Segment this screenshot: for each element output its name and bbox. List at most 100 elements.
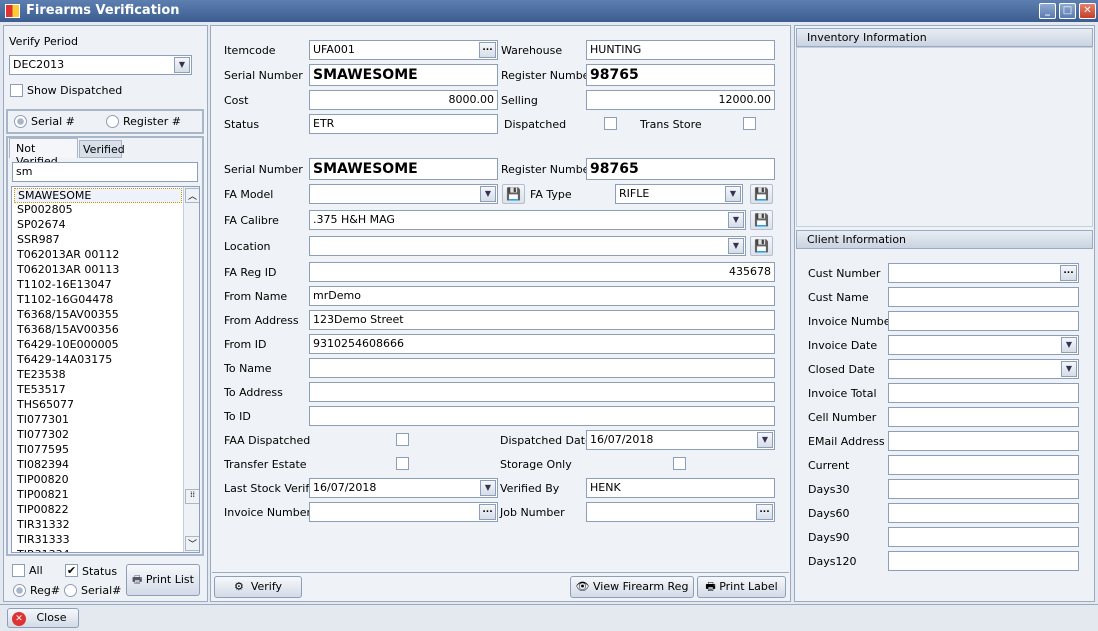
scrollbar[interactable]: ︿ ⁞⁞ ﹀ — [183, 187, 199, 552]
search-input[interactable]: sm — [12, 162, 198, 182]
list-item[interactable]: TIP00822 — [14, 503, 182, 518]
-field[interactable] — [309, 358, 775, 378]
list-item[interactable]: T6429-14A03175 — [14, 353, 182, 368]
selling-field[interactable]: 12000.00 — [586, 90, 775, 110]
cost-field[interactable]: 8000.00 — [309, 90, 498, 110]
itemcode-field[interactable]: UFA001... — [309, 40, 498, 60]
list-item[interactable]: T062013AR 00113 — [14, 263, 182, 278]
chevron-down-icon[interactable]: ▼ — [480, 186, 496, 202]
from-address-field[interactable]: 123Demo Street — [309, 310, 775, 330]
days120-field[interactable] — [888, 551, 1079, 571]
current-field[interactable] — [888, 455, 1079, 475]
from-name-field[interactable]: mrDemo — [309, 286, 775, 306]
cust-number-field[interactable]: ... — [888, 263, 1079, 283]
chevron-down-icon[interactable]: ▼ — [725, 186, 741, 202]
list-item[interactable]: TIP00821 — [14, 488, 182, 503]
maximize-button[interactable]: □ — [1059, 3, 1076, 19]
list-item[interactable]: THS65077 — [14, 398, 182, 413]
tab-not-verified[interactable]: Not Verified — [9, 138, 78, 168]
transfer-estate-checkbox[interactable] — [396, 457, 409, 470]
list-item[interactable]: T1102-16G04478 — [14, 293, 182, 308]
list-item[interactable]: SMAWESOME — [14, 188, 182, 203]
last-stock-verify-field[interactable]: 16/07/2018 ▼ — [309, 478, 498, 498]
list-item[interactable]: T6368/15AV00356 — [14, 323, 182, 338]
-field[interactable]: ... — [586, 502, 775, 522]
fa-reg-id-field[interactable]: 435678 — [309, 262, 775, 282]
list-item[interactable]: TE23538 — [14, 368, 182, 383]
-field[interactable] — [309, 382, 775, 402]
chevron-down-icon[interactable]: ▼ — [174, 57, 190, 73]
fa-calibre-field[interactable]: .375 H&H MAG ▼ — [309, 210, 746, 230]
warehouse-field[interactable]: HUNTING — [586, 40, 775, 60]
list-item[interactable]: TE53517 — [14, 383, 182, 398]
verify-button[interactable]: ⚙ Verify — [214, 576, 302, 598]
ellipsis-icon[interactable]: ... — [479, 504, 496, 520]
register2-field[interactable]: 98765 — [586, 158, 775, 180]
invoice-date-field[interactable]: ▼ — [888, 335, 1079, 355]
chevron-down-icon[interactable]: ▼ — [1061, 361, 1077, 377]
print-label-button[interactable]: 🖶 Print Label — [697, 576, 786, 598]
close-window-button[interactable]: ✕ — [1079, 3, 1096, 19]
list-item[interactable]: T6368/15AV00355 — [14, 308, 182, 323]
register-field[interactable]: 98765 — [586, 64, 775, 86]
faa-dispatched-checkbox[interactable] — [396, 433, 409, 446]
list-item[interactable]: TI082394 — [14, 458, 182, 473]
cell-number-field[interactable] — [888, 407, 1079, 427]
serial-sort-radio[interactable] — [64, 584, 77, 597]
list-item[interactable]: TIR31333 — [14, 533, 182, 548]
reg-radio[interactable] — [13, 584, 26, 597]
ellipsis-icon[interactable]: ... — [1060, 265, 1077, 281]
from-id-field[interactable]: 9310254608666 — [309, 334, 775, 354]
save-icon[interactable]: 💾 — [750, 236, 773, 256]
closed-date-field[interactable]: ▼ — [888, 359, 1079, 379]
days90-field[interactable] — [888, 527, 1079, 547]
fa-type-field[interactable]: RIFLE ▼ — [615, 184, 743, 204]
show-dispatched-checkbox[interactable] — [10, 84, 23, 97]
verify-period-select[interactable]: DEC2013 ▼ — [9, 55, 192, 75]
status-field[interactable]: ETR — [309, 114, 498, 134]
invoice-total-field[interactable] — [888, 383, 1079, 403]
scroll-thumb[interactable]: ⁞⁞ — [185, 489, 199, 504]
print-list-button[interactable]: 🖶 Print List — [126, 564, 200, 596]
dispatched-checkbox[interactable] — [604, 117, 617, 130]
list-item[interactable]: TI077595 — [14, 443, 182, 458]
list-item[interactable]: TI077302 — [14, 428, 182, 443]
chevron-down-icon[interactable]: ▼ — [757, 432, 773, 448]
list-item[interactable]: T6429-10E000005 — [14, 338, 182, 353]
dispatched-date-field[interactable]: 16/07/2018 ▼ — [586, 430, 775, 450]
all-checkbox[interactable] — [12, 564, 25, 577]
invoice-number-field[interactable] — [888, 311, 1079, 331]
storage-only-checkbox[interactable] — [673, 457, 686, 470]
list-item[interactable]: SP02674 — [14, 218, 182, 233]
list-item[interactable]: TIP00820 — [14, 473, 182, 488]
list-item[interactable]: T1102-16E13047 — [14, 278, 182, 293]
save-icon[interactable]: 💾 — [750, 210, 773, 230]
verified-by-field[interactable]: HENK — [586, 478, 775, 498]
list-item[interactable]: SP002805 — [14, 203, 182, 218]
location-field[interactable]: ▼ — [309, 236, 746, 256]
-field[interactable] — [309, 406, 775, 426]
list-item[interactable]: TI077301 — [14, 413, 182, 428]
days60-field[interactable] — [888, 503, 1079, 523]
ellipsis-icon[interactable]: ... — [756, 504, 773, 520]
status-checkbox[interactable]: ✔ — [65, 564, 78, 577]
email-address-field[interactable] — [888, 431, 1079, 451]
chevron-down-icon[interactable]: ▼ — [1061, 337, 1077, 353]
view-firearm-reg-button[interactable]: 👁 View Firearm Reg — [570, 576, 694, 598]
scroll-up-icon[interactable]: ︿ — [185, 188, 199, 203]
list-item[interactable]: TIR31334 — [14, 548, 182, 552]
chevron-down-icon[interactable]: ▼ — [728, 238, 744, 254]
trans-store-checkbox[interactable] — [743, 117, 756, 130]
tab-verified[interactable]: Verified — [79, 140, 125, 158]
list-item[interactable]: TIR31332 — [14, 518, 182, 533]
list-item[interactable]: SSR987 — [14, 233, 182, 248]
save-icon[interactable]: 💾 — [750, 184, 773, 204]
scroll-down-icon[interactable]: ﹀ — [185, 536, 199, 551]
-field[interactable]: ... — [309, 502, 498, 522]
cust-name-field[interactable] — [888, 287, 1079, 307]
save-icon[interactable]: 💾 — [502, 184, 525, 204]
list-item[interactable]: T062013AR 00112 — [14, 248, 182, 263]
serial-radio[interactable] — [14, 115, 27, 128]
serial2-field[interactable]: SMAWESOME — [309, 158, 498, 180]
chevron-down-icon[interactable]: ▼ — [480, 480, 496, 496]
